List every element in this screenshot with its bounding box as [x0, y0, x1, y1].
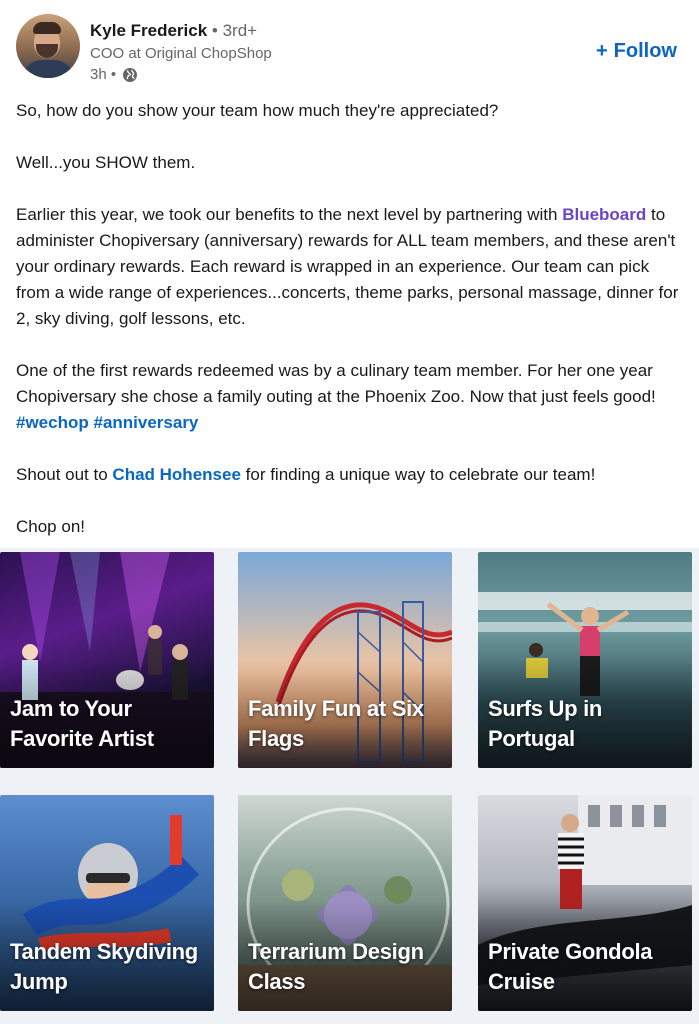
tile-caption: Terrarium Design Class: [248, 939, 424, 994]
post-text-segment: for finding a unique way to celebrate ou…: [245, 465, 596, 484]
post-paragraph: So, how do you show your team how much t…: [16, 101, 499, 120]
tile-caption: Tandem Skydiving Jump: [10, 939, 198, 994]
tile-skydiving[interactable]: Tandem Skydiving Jump: [0, 795, 214, 1011]
follow-label: Follow: [613, 40, 677, 62]
post-paragraph: Shout out to Chad Hohensee for finding a…: [16, 462, 686, 488]
tile-caption: Jam to Your Favorite Artist: [10, 696, 154, 751]
author-name-row: Kyle Frederick • 3rd+: [90, 20, 257, 42]
post-time: 3h •: [90, 66, 117, 83]
post-text-segment: One of the first rewards redeemed was by…: [16, 361, 656, 406]
connection-degree: • 3rd+: [211, 21, 258, 40]
follow-button[interactable]: + Follow: [596, 38, 677, 64]
post-paragraph: One of the first rewards redeemed was by…: [16, 358, 686, 436]
post-meta: 3h •: [90, 65, 138, 85]
post-paragraph: Chop on!: [16, 517, 85, 536]
post-paragraph: Earlier this year, we took our benefits …: [16, 202, 686, 332]
tile-six-flags[interactable]: Family Fun at Six Flags: [238, 552, 452, 768]
hashtag-wechop-link[interactable]: #wechop: [16, 413, 89, 432]
tile-terrarium[interactable]: Terrarium Design Class: [238, 795, 452, 1011]
plus-icon: +: [595, 40, 608, 62]
post-body: So, how do you show your team how much t…: [16, 98, 686, 566]
post-header: Kyle Frederick • 3rd+ COO at Original Ch…: [0, 0, 699, 92]
hashtag-anniversary-link[interactable]: #anniversary: [93, 413, 198, 432]
tile-surf-portugal[interactable]: Surfs Up in Portugal: [478, 552, 692, 768]
tile-caption: Private Gondola Cruise: [488, 939, 653, 994]
post-text-segment: Earlier this year, we took our benefits …: [16, 205, 558, 224]
post-text-segment: Shout out to: [16, 465, 108, 484]
tile-concert[interactable]: Jam to Your Favorite Artist: [0, 552, 214, 768]
avatar[interactable]: [16, 14, 80, 78]
tile-caption: Family Fun at Six Flags: [248, 696, 424, 751]
globe-icon: [123, 68, 138, 82]
tile-gondola[interactable]: Private Gondola Cruise: [478, 795, 692, 1011]
chad-hohensee-mention-link[interactable]: Chad Hohensee: [112, 465, 240, 484]
blueboard-mention-link[interactable]: Blueboard: [562, 205, 646, 224]
author-name[interactable]: Kyle Frederick: [90, 21, 207, 40]
tile-caption: Surfs Up in Portugal: [488, 696, 603, 751]
author-headline: COO at Original ChopShop: [90, 45, 272, 62]
post-paragraph: Well...you SHOW them.: [16, 153, 196, 172]
